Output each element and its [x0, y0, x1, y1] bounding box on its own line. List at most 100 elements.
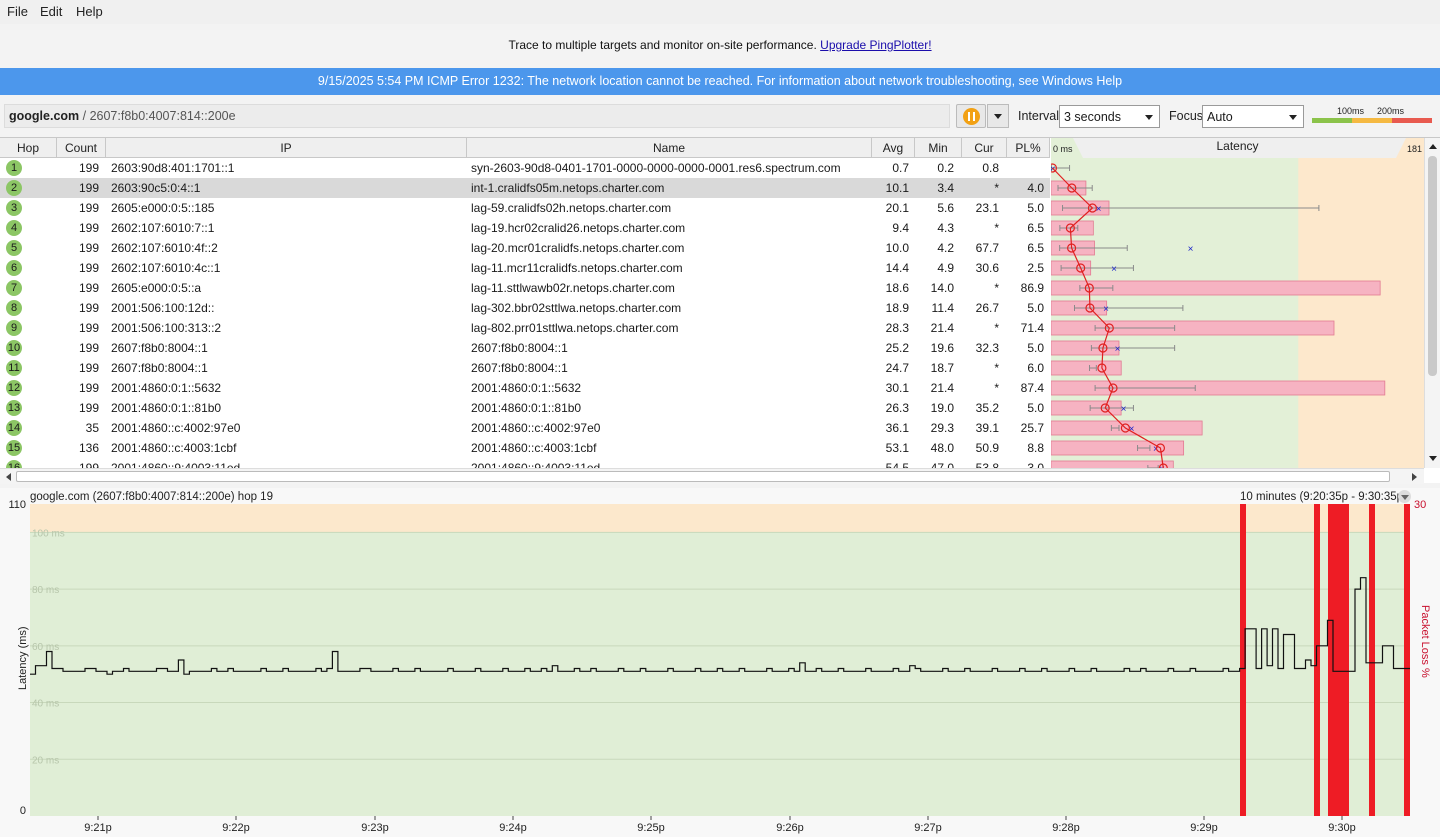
upgrade-link[interactable]: Upgrade PingPlotter! — [820, 38, 931, 52]
table-row[interactable]: 13 199 2001:4860:0:1::81b0 2001:4860:0:1::8… — [0, 398, 1050, 418]
vertical-scroll-thumb[interactable] — [1428, 156, 1437, 376]
time-label: 9:30p — [1328, 822, 1356, 834]
cell-pl: 6.5 — [1027, 221, 1044, 235]
cell-pl: 87.4 — [1020, 381, 1044, 395]
cell-name: 2607:f8b0:8004::1 — [471, 361, 568, 375]
y2-axis-label: Packet Loss % — [1419, 605, 1431, 678]
cell-cur: 50.9 — [975, 441, 999, 455]
cell-cur: 23.1 — [975, 201, 999, 215]
cell-min: 19.0 — [930, 401, 954, 415]
cell-name: lag-302.bbr02sttlwa.netops.charter.com — [471, 301, 682, 315]
cell-avg: 18.6 — [885, 281, 909, 295]
cell-name: 2001:4860:0:1::81b0 — [471, 401, 582, 415]
cell-count: 136 — [78, 441, 99, 455]
cell-cur: * — [994, 381, 999, 395]
cell-cur: 0.8 — [982, 161, 999, 175]
horizontal-scroll-thumb[interactable] — [16, 471, 1390, 482]
cell-name: lag-11.sttlwawb02r.netops.charter.com — [471, 281, 675, 295]
cell-count: 199 — [78, 241, 99, 255]
latency-axis-min: 0 ms — [1053, 144, 1073, 154]
target-ip: / 2607:f8b0:4007:814::200e — [79, 109, 236, 123]
menu-help[interactable]: Help — [76, 4, 103, 19]
latency-axis-max: 181 — [1407, 144, 1422, 154]
target-address-field[interactable]: google.com / 2607:f8b0:4007:814::200e — [4, 104, 950, 128]
y2-axis-top: 30 — [1414, 499, 1426, 511]
cell-count: 199 — [78, 301, 99, 315]
packet-loss-spike — [1369, 504, 1375, 816]
time-label: 9:23p — [361, 822, 389, 834]
cell-min: 14.0 — [930, 281, 954, 295]
gridline-label: 20 ms — [32, 755, 59, 766]
col-avg[interactable]: Avg — [872, 138, 915, 158]
col-min[interactable]: Min — [915, 138, 962, 158]
scale-good-bar — [1312, 118, 1352, 123]
table-row[interactable]: 6 199 2602:107:6010:4c::1 lag-11.mcr11crali… — [0, 258, 1050, 278]
cell-hop: 14 — [6, 420, 22, 436]
scroll-left-icon[interactable] — [6, 473, 11, 481]
table-row[interactable]: 14 35 2001:4860::c:4002:97e0 2001:4860::c:4… — [0, 418, 1050, 438]
cell-count: 199 — [78, 401, 99, 415]
table-row[interactable]: 12 199 2001:4860:0:1::5632 2001:4860:0:1::5… — [0, 378, 1050, 398]
table-row[interactable]: 3 199 2605:e000:0:5::185 lag-59.cralidfs02h… — [0, 198, 1050, 218]
cell-pl: 71.4 — [1020, 321, 1044, 335]
cell-count: 199 — [78, 181, 99, 195]
cell-min: 29.3 — [930, 421, 954, 435]
pause-button[interactable] — [956, 104, 986, 128]
cell-name: lag-11.mcr11cralidfs.netops.charter.com — [471, 261, 683, 275]
vertical-scrollbar[interactable] — [1424, 138, 1440, 468]
menu-file[interactable]: File — [7, 4, 28, 19]
cell-min: 4.9 — [937, 261, 954, 275]
col-cur[interactable]: Cur — [962, 138, 1007, 158]
cell-pl: 8.8 — [1027, 441, 1044, 455]
col-pl[interactable]: PL% — [1007, 138, 1050, 158]
pause-dropdown-button[interactable] — [987, 104, 1009, 128]
col-name[interactable]: Name — [467, 138, 872, 158]
col-ip[interactable]: IP — [106, 138, 467, 158]
scroll-right-icon[interactable] — [1412, 473, 1417, 481]
menu-edit[interactable]: Edit — [40, 4, 62, 19]
focus-value: Auto — [1207, 110, 1233, 124]
cell-name: 2001:4860::c:4003:1cbf — [471, 441, 597, 455]
graph-bg-good — [30, 504, 1410, 816]
focus-select[interactable]: Auto — [1202, 105, 1304, 128]
scroll-down-icon[interactable] — [1429, 456, 1437, 461]
cell-ip: 2607:f8b0:8004::1 — [111, 341, 208, 355]
interval-select[interactable]: 3 seconds — [1059, 105, 1160, 128]
scroll-up-icon[interactable] — [1429, 144, 1437, 149]
cell-cur: 26.7 — [975, 301, 999, 315]
cell-avg: 25.2 — [885, 341, 909, 355]
cell-count: 199 — [78, 361, 99, 375]
target-host: google.com — [9, 109, 80, 123]
error-banner: 9/15/2025 5:54 PM ICMP Error 1232: The n… — [0, 68, 1440, 95]
table-row[interactable]: 1 199 2603:90d8:401:1701::1 syn-2603-90d8-0… — [0, 158, 1050, 178]
current-latency-mark: × — [1111, 264, 1117, 275]
col-count[interactable]: Count — [57, 138, 106, 158]
table-row[interactable]: 8 199 2001:506:100:12d:: lag-302.bbr02sttlw… — [0, 298, 1050, 318]
col-hop[interactable]: Hop — [0, 138, 57, 158]
table-header: Hop Count IP Name Avg Min Cur PL% — [0, 138, 1050, 158]
latency-timeline-chart: 100 ms 80 ms 60 ms 40 ms 20 ms 110 0 30 Latency … — [8, 499, 1431, 834]
horizontal-scrollbar[interactable] — [0, 468, 1424, 484]
cell-pl: 5.0 — [1027, 201, 1044, 215]
table-row[interactable]: 9 199 2001:506:100:313::2 lag-802.prr01sttl… — [0, 318, 1050, 338]
cell-avg: 18.9 — [885, 301, 909, 315]
cell-cur: 39.1 — [975, 421, 999, 435]
table-row[interactable]: 10 199 2607:f8b0:8004::1 2607:f8b0:8004::1 2… — [0, 338, 1050, 358]
cell-pl: 25.7 — [1020, 421, 1044, 435]
current-latency-mark: × — [1115, 344, 1121, 355]
cell-ip: 2001:4860:0:1::81b0 — [111, 401, 222, 415]
table-row[interactable]: 7 199 2605:e000:0:5::a lag-11.sttlwawb02r.n… — [0, 278, 1050, 298]
table-row[interactable]: 5 199 2602:107:6010:4f::2 lag-20.mcr01crali… — [0, 238, 1050, 258]
table-row[interactable]: 4 199 2602:107:6010:7::1 lag-19.hcr02cralid… — [0, 218, 1050, 238]
cell-avg: 0.7 — [892, 161, 909, 175]
cell-name: lag-19.hcr02cralid26.netops.charter.com — [471, 221, 686, 235]
table-row[interactable]: 15 136 2001:4860::c:4003:1cbf 2001:4860::c:… — [0, 438, 1050, 458]
cell-min: 21.4 — [930, 381, 954, 395]
scale-100-label: 100ms — [1337, 106, 1365, 116]
table-row[interactable]: 2 199 2603:90c5:0:4::1 int-1.cralidfs05m.ne… — [0, 178, 1050, 198]
cell-min: 4.3 — [937, 221, 954, 235]
time-label: 9:27p — [914, 822, 942, 834]
cell-count: 35 — [85, 421, 99, 435]
table-row[interactable]: 11 199 2607:f8b0:8004::1 2607:f8b0:8004::1 2… — [0, 358, 1050, 378]
cell-avg: 26.3 — [885, 401, 909, 415]
